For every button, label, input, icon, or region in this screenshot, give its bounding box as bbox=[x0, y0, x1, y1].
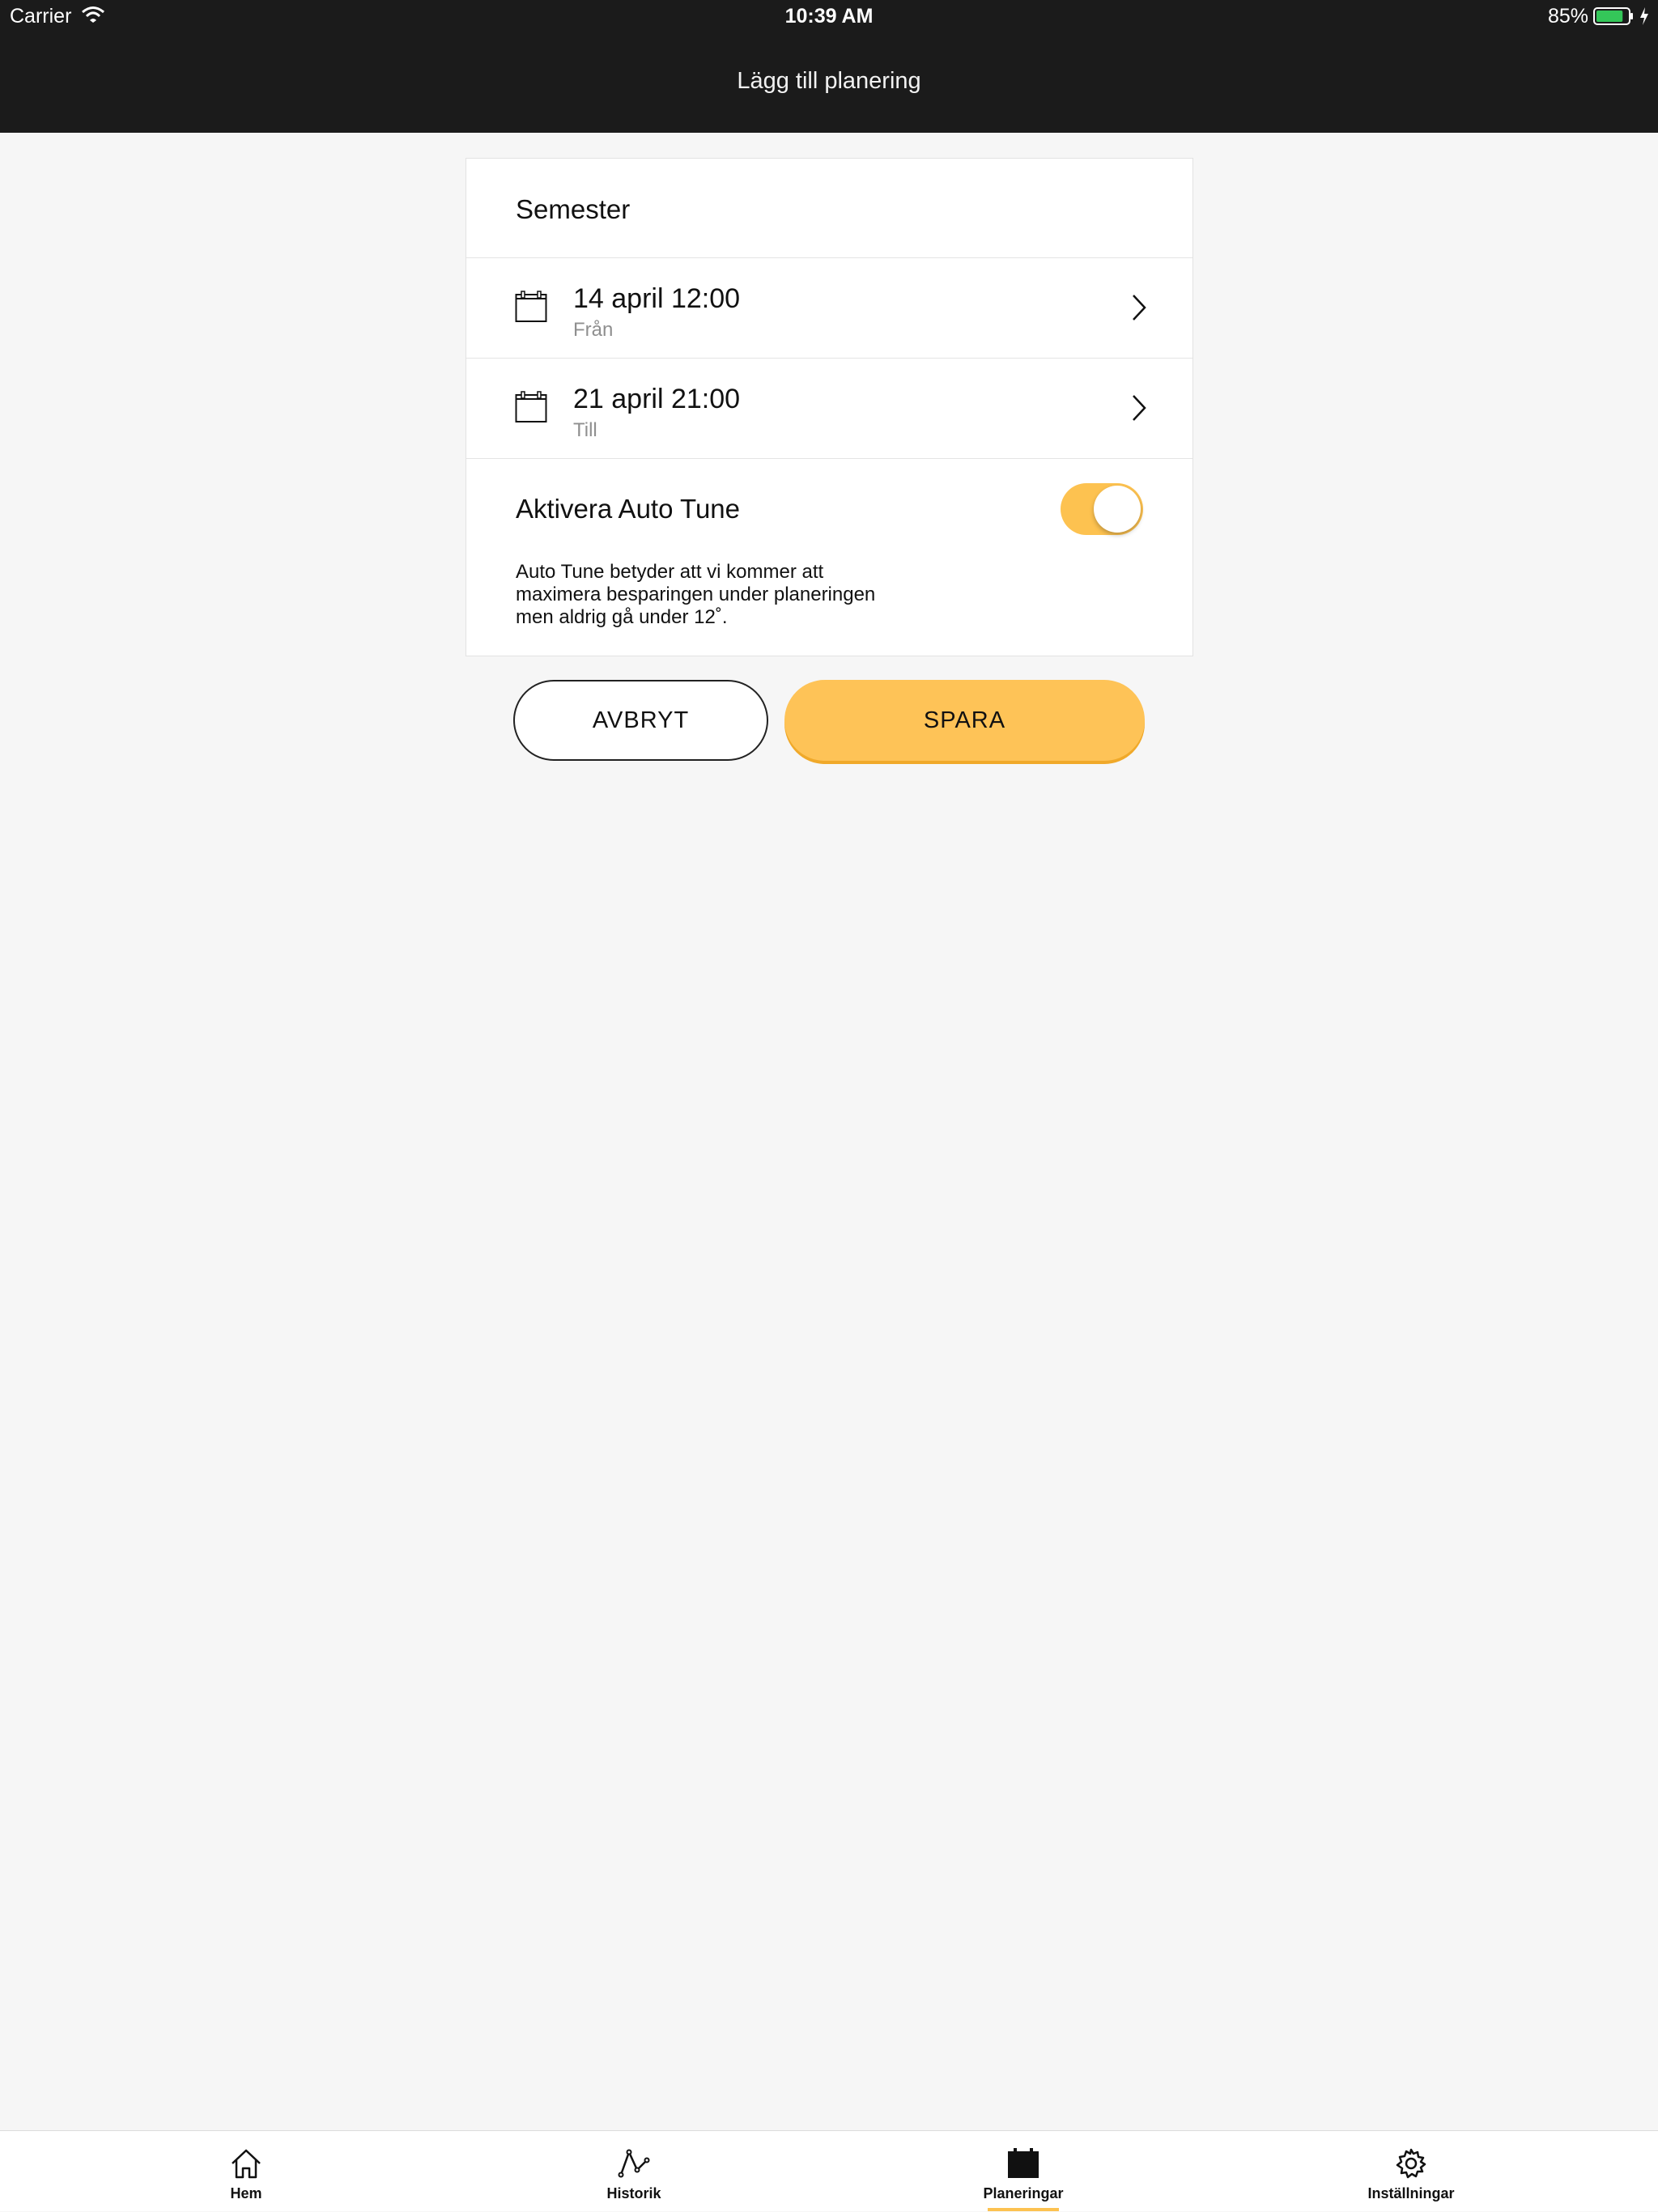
calendar-icon bbox=[515, 291, 547, 322]
auto-tune-toggle[interactable] bbox=[1061, 483, 1143, 535]
tab-bar: Hem Historik Planeringar Inställningar bbox=[0, 2130, 1658, 2211]
page-title: Lägg till planering bbox=[737, 68, 921, 94]
tab-history[interactable]: Historik bbox=[427, 2131, 841, 2212]
to-date-value: 21 april 21:00 bbox=[573, 384, 741, 414]
save-button[interactable]: SPARA bbox=[784, 680, 1145, 761]
from-date-row[interactable]: 14 april 12:00 Från bbox=[466, 258, 1192, 359]
calendar-icon bbox=[515, 391, 547, 422]
tab-label: Historik bbox=[606, 2185, 661, 2201]
active-tab-indicator bbox=[988, 2208, 1059, 2211]
gear-icon bbox=[1396, 2148, 1426, 2179]
battery-icon bbox=[1593, 7, 1633, 25]
status-bar: Carrier 10:39 AM 85% bbox=[0, 0, 1658, 32]
schedule-name-value: Semester bbox=[516, 194, 631, 224]
tab-label: Inställningar bbox=[1367, 2185, 1455, 2201]
to-date-row[interactable]: 21 april 21:00 Till bbox=[466, 359, 1192, 459]
tab-schedules[interactable]: Planeringar bbox=[816, 2131, 1231, 2212]
history-icon bbox=[618, 2149, 650, 2178]
auto-tune-title: Aktivera Auto Tune bbox=[516, 494, 741, 524]
home-icon bbox=[232, 2149, 261, 2179]
auto-tune-description: Auto Tune betyder att vi kommer att maxi… bbox=[516, 561, 888, 629]
schedule-form-card: Semester 14 april 12:00 Från 21 april 21… bbox=[466, 158, 1193, 656]
to-date-label: Till bbox=[573, 419, 597, 441]
calendar-icon bbox=[1008, 2148, 1039, 2178]
from-date-label: Från bbox=[573, 319, 614, 341]
toggle-knob bbox=[1094, 486, 1141, 533]
auto-tune-description-line: Auto Tune betyder att vi kommer att bbox=[516, 561, 824, 583]
tab-settings[interactable]: Inställningar bbox=[1204, 2131, 1618, 2212]
cancel-button[interactable]: AVBRYT bbox=[513, 680, 768, 761]
status-time: 10:39 AM bbox=[784, 5, 874, 28]
from-date-value: 14 april 12:00 bbox=[573, 283, 741, 314]
tab-label: Planeringar bbox=[983, 2185, 1064, 2201]
chevron-right-icon bbox=[1133, 395, 1146, 421]
app-header: Carrier 10:39 AM 85% Lägg till planering bbox=[0, 0, 1658, 133]
tab-home[interactable]: Hem bbox=[39, 2131, 453, 2212]
auto-tune-description-line: maximera besparingen under planeringen bbox=[516, 584, 876, 605]
tab-label: Hem bbox=[230, 2185, 262, 2201]
auto-tune-section: Aktivera Auto Tune Auto Tune betyder att… bbox=[466, 459, 1192, 657]
battery-percent: 85% bbox=[1547, 5, 1588, 28]
schedule-name-field[interactable]: Semester bbox=[466, 159, 1192, 258]
chevron-right-icon bbox=[1133, 295, 1146, 321]
charging-bolt-icon bbox=[1640, 7, 1648, 25]
auto-tune-description-line: men aldrig gå under 12˚. bbox=[516, 606, 728, 628]
